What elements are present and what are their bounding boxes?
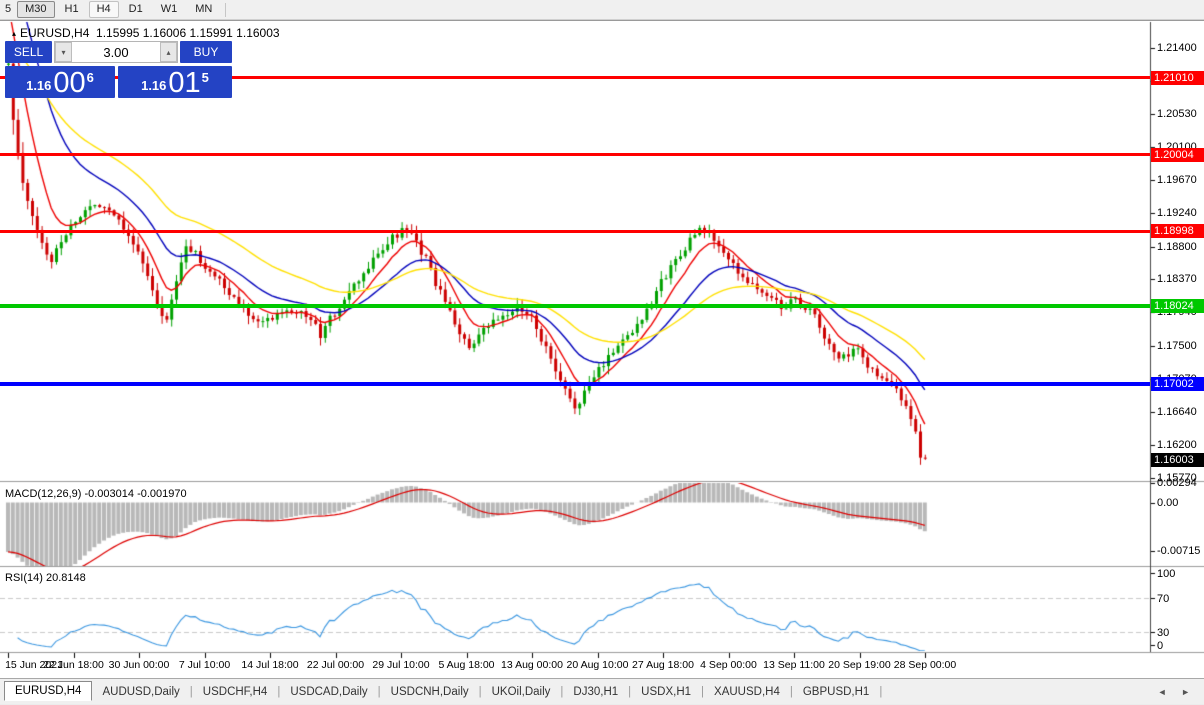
price-level-badge: 1.17002 — [1151, 377, 1204, 391]
rsi-axis-label: 0 — [1157, 640, 1163, 652]
ask-main: 01 — [168, 70, 200, 97]
price-axis-tick-label: 1.18370 — [1157, 273, 1197, 285]
macd-axis-label: -0.00715 — [1157, 545, 1200, 557]
chart-tab-ukoil[interactable]: UKOil,Daily — [482, 683, 561, 701]
time-axis-label: 14 Jul 18:00 — [241, 659, 298, 671]
time-axis-label: 20 Aug 10:00 — [567, 659, 629, 671]
time-axis-label: 27 Aug 18:00 — [632, 659, 694, 671]
price-axis-tick-label: 1.20530 — [1157, 108, 1197, 120]
time-axis-label: 30 Jun 00:00 — [109, 659, 170, 671]
chart-canvas[interactable] — [0, 0, 1204, 705]
price-level-badge: 1.16003 — [1151, 453, 1204, 467]
time-axis-label: 28 Sep 00:00 — [894, 659, 956, 671]
volume-spinner: ▾ ▴ — [54, 41, 178, 63]
rsi-axis-label: 30 — [1157, 627, 1169, 639]
chart-tab-usdcnh[interactable]: USDCNH,Daily — [381, 683, 479, 701]
macd-indicator-label: MACD(12,26,9) -0.003014 -0.001970 — [5, 488, 187, 500]
timeframe-button-mn[interactable]: MN — [187, 1, 220, 18]
rsi-axis-label: 100 — [1157, 568, 1175, 580]
volume-increase-button[interactable]: ▴ — [160, 42, 177, 62]
bid-quote-button[interactable]: 1.16006 — [5, 66, 115, 98]
chart-title: ▴ EURUSD,H4 1.15995 1.16006 1.15991 1.160… — [12, 26, 280, 40]
price-level-badge: 1.18998 — [1151, 224, 1204, 238]
macd-axis-label: 0.00 — [1157, 497, 1178, 509]
timeframe-button-h4[interactable]: H4 — [89, 1, 119, 18]
one-click-trading-panel: SELL ▾ ▴ BUY 1.16006 1.16015 — [5, 41, 232, 98]
time-axis-label: 29 Jul 10:00 — [372, 659, 429, 671]
timeframe-button-5[interactable]: 5 — [1, 1, 15, 18]
volume-decrease-button[interactable]: ▾ — [55, 42, 72, 62]
toolbar-separator — [225, 3, 226, 17]
time-axis-label: 22 Jun 18:00 — [43, 659, 104, 671]
price-axis-tick-label: 1.19670 — [1157, 174, 1197, 186]
bid-prefix: 1.16 — [26, 78, 51, 93]
time-axis-label: 13 Aug 00:00 — [501, 659, 563, 671]
ask-quote-button[interactable]: 1.16015 — [118, 66, 232, 98]
timeframe-button-m30[interactable]: M30 — [17, 1, 54, 18]
price-axis-tick-label: 1.18800 — [1157, 241, 1197, 253]
time-axis-label: 22 Jul 00:00 — [307, 659, 364, 671]
tab-scroll-arrows-icon[interactable]: ◄ ► — [1158, 687, 1196, 697]
timeframe-toolbar: 5M30H1H4D1W1MN — [0, 0, 1204, 20]
chart-tab-eurusd[interactable]: EURUSD,H4 — [4, 681, 92, 701]
chart-tabs: EURUSD,H4AUDUSD,Daily|USDCHF,H4|USDCAD,D… — [2, 682, 882, 701]
timeframe-button-d1[interactable]: D1 — [121, 1, 151, 18]
time-axis-label: 4 Sep 00:00 — [700, 659, 757, 671]
bid-pip-sup: 6 — [87, 70, 94, 85]
chart-ohlc-values: 1.15995 1.16006 1.15991 1.16003 — [96, 26, 280, 40]
tab-separator: | — [879, 686, 882, 698]
time-axis-label: 7 Jul 10:00 — [179, 659, 230, 671]
ask-pip-sup: 5 — [202, 70, 209, 85]
chart-tab-usdx[interactable]: USDX,H1 — [631, 683, 701, 701]
macd-axis-label: 0.00294 — [1157, 477, 1197, 489]
horizontal-level-line[interactable] — [0, 382, 1150, 386]
buy-button[interactable]: BUY — [180, 41, 232, 63]
bid-main: 00 — [53, 70, 85, 97]
price-axis-tick-label: 1.16640 — [1157, 406, 1197, 418]
volume-input[interactable] — [72, 42, 160, 62]
time-axis-label: 13 Sep 11:00 — [763, 659, 825, 671]
chart-tab-gbpusd[interactable]: GBPUSD,H1 — [793, 683, 879, 701]
time-axis-label: 5 Aug 18:00 — [438, 659, 494, 671]
chart-tab-usdchf[interactable]: USDCHF,H4 — [193, 683, 278, 701]
horizontal-level-line[interactable] — [0, 304, 1150, 308]
price-axis-tick-label: 1.21400 — [1157, 42, 1197, 54]
chart-tab-usdcad[interactable]: USDCAD,Daily — [280, 683, 377, 701]
time-axis-label: 20 Sep 19:00 — [828, 659, 890, 671]
rsi-axis-label: 70 — [1157, 593, 1169, 605]
price-level-badge: 1.21010 — [1151, 71, 1204, 85]
chart-symbol: EURUSD,H4 — [20, 26, 89, 40]
collapse-arrow-icon[interactable]: ▴ — [12, 29, 16, 38]
rsi-indicator-label: RSI(14) 20.8148 — [5, 572, 86, 584]
chart-tab-xauusd[interactable]: XAUUSD,H4 — [704, 683, 790, 701]
timeframe-button-h1[interactable]: H1 — [57, 1, 87, 18]
price-axis-tick-label: 1.16200 — [1157, 439, 1197, 451]
timeframe-button-w1[interactable]: W1 — [153, 1, 186, 18]
chart-tab-dj30[interactable]: DJ30,H1 — [563, 683, 628, 701]
price-axis-tick-label: 1.17500 — [1157, 340, 1197, 352]
chart-tab-audusd[interactable]: AUDUSD,Daily — [92, 683, 189, 701]
price-axis-tick-label: 1.19240 — [1157, 207, 1197, 219]
price-level-badge: 1.18024 — [1151, 299, 1204, 313]
sell-button[interactable]: SELL — [5, 41, 52, 63]
ask-prefix: 1.16 — [141, 78, 166, 93]
price-level-badge: 1.20004 — [1151, 148, 1204, 162]
chart-tab-bar: EURUSD,H4AUDUSD,Daily|USDCHF,H4|USDCAD,D… — [0, 678, 1204, 704]
horizontal-level-line[interactable] — [0, 230, 1150, 233]
horizontal-level-line[interactable] — [0, 153, 1150, 156]
